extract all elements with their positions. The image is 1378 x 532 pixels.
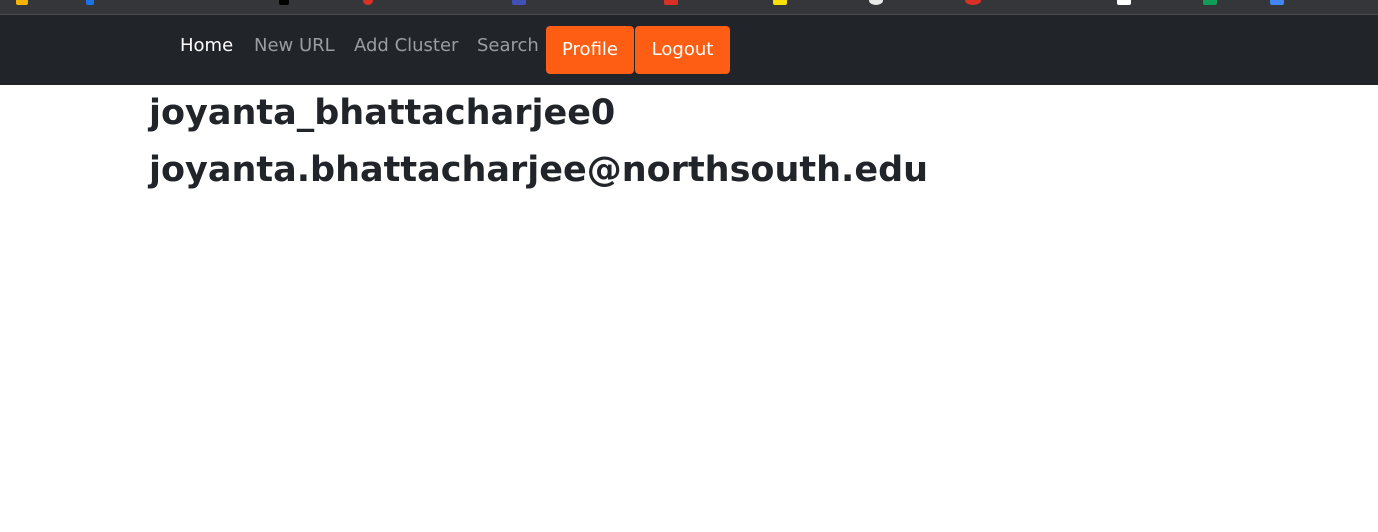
nav-search-link[interactable]: Search — [477, 36, 539, 56]
profile-username: joyanta_bhattacharjee0 — [149, 93, 616, 133]
profile-button[interactable]: Profile — [546, 26, 634, 74]
bookmark-icon-12[interactable] — [1270, 0, 1284, 5]
bookmark-icon-10[interactable] — [1117, 0, 1131, 5]
bookmark-icon-11[interactable] — [1203, 0, 1217, 5]
nav-add-cluster-link[interactable]: Add Cluster — [354, 36, 458, 56]
bookmark-icon-7[interactable] — [773, 0, 787, 5]
nav-new-url-link[interactable]: New URL — [254, 36, 335, 56]
bookmark-icon-3[interactable] — [279, 0, 289, 5]
bookmark-icon-4[interactable] — [363, 0, 373, 5]
bookmark-icon-8[interactable] — [869, 0, 883, 5]
bookmark-icon-9[interactable] — [965, 0, 981, 5]
profile-email: joyanta.bhattacharjee@northsouth.edu — [149, 150, 929, 190]
bookmark-apps-icon[interactable] — [16, 0, 28, 5]
nav-home-link[interactable]: Home — [180, 36, 233, 56]
bookmark-icon-2[interactable] — [86, 0, 94, 5]
bookmark-icon-5[interactable] — [512, 0, 526, 5]
bookmark-icon-6[interactable] — [664, 0, 678, 5]
bookmarks-bar — [0, 0, 1378, 15]
logout-button[interactable]: Logout — [635, 26, 730, 74]
